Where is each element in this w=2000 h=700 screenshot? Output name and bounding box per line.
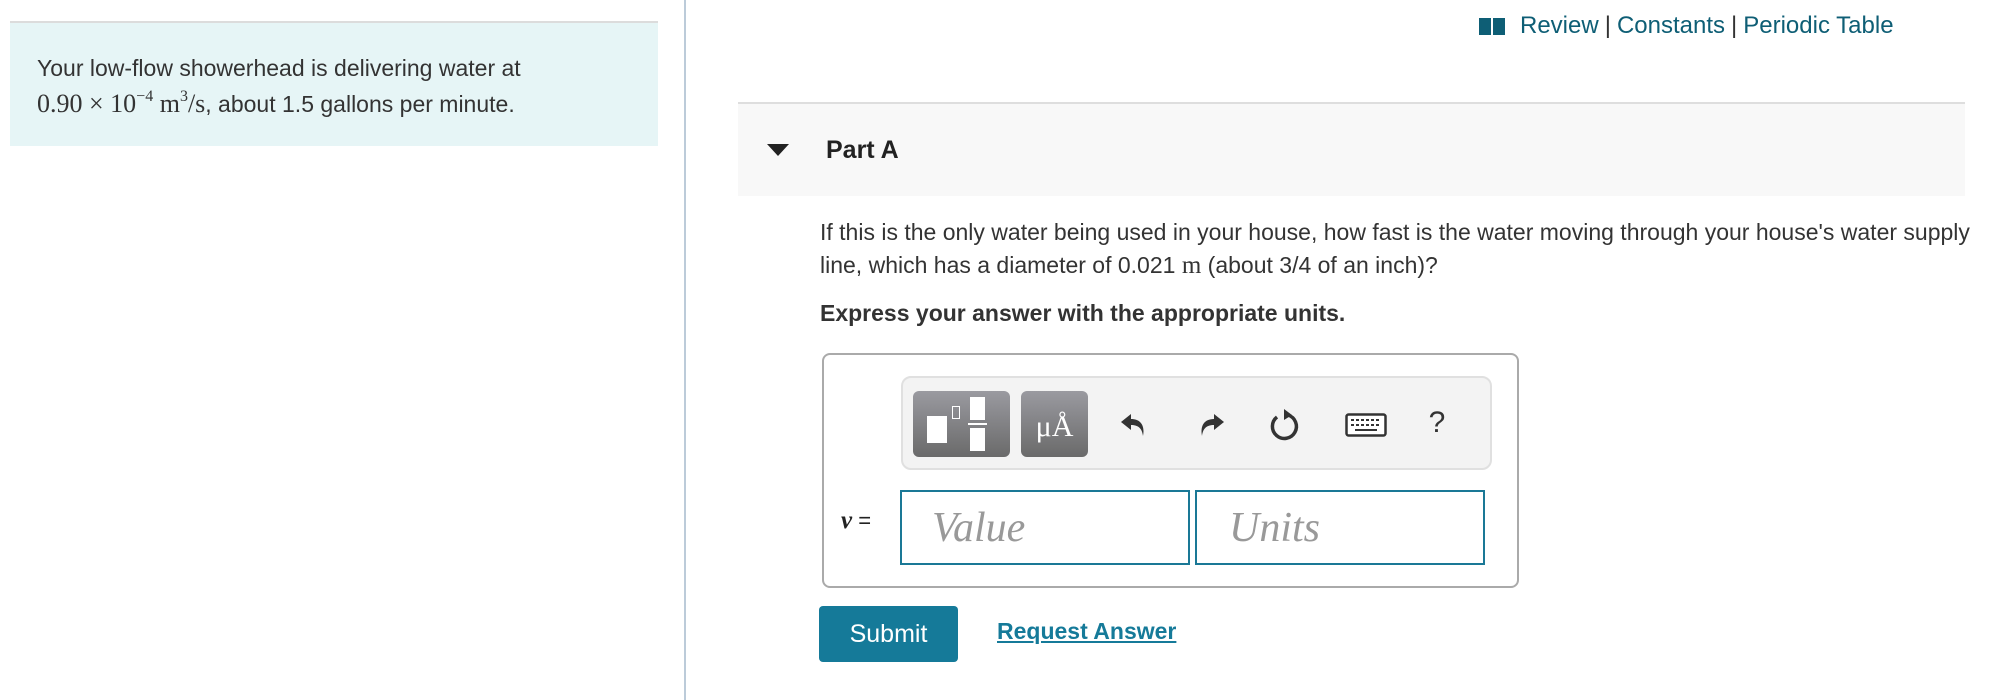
undo-icon[interactable] — [1117, 408, 1151, 442]
book-icon — [1479, 17, 1506, 35]
problem-intro-panel: Your low-flow showerhead is delivering w… — [10, 21, 658, 146]
templates-icon-denominator — [970, 428, 985, 451]
question-unit: m — [1181, 252, 1202, 279]
answer-instruction: Express your answer with the appropriate… — [820, 300, 1346, 326]
help-button[interactable]: ? — [1420, 406, 1454, 440]
answer-variable-label: v = — [841, 507, 871, 535]
part-a-header[interactable]: Part A — [738, 102, 1965, 196]
keyboard-icon[interactable] — [1344, 408, 1388, 442]
flow-unit-exponent: 3 — [179, 88, 188, 105]
question-part-2: (about 3/4 of an inch)? — [1201, 252, 1438, 278]
flow-unit-base: m — [159, 89, 180, 118]
answer-box: μÅ ? v = — [822, 353, 1519, 588]
equals-sign: = — [858, 508, 872, 533]
templates-icon-fraction-bar — [968, 423, 987, 425]
flow-value: 0.90 × 10 — [37, 89, 137, 118]
intro-line-2: 0.90 × 10−4 m3/s, about 1.5 gallons per … — [37, 86, 521, 122]
link-separator: | — [1604, 12, 1611, 39]
link-separator: | — [1731, 12, 1738, 39]
intro-line-1: Your low-flow showerhead is delivering w… — [37, 55, 521, 81]
flow-exponent: −4 — [136, 88, 154, 105]
flow-unit-suffix: /s — [187, 89, 206, 118]
templates-button[interactable] — [913, 391, 1010, 457]
redo-icon[interactable] — [1194, 408, 1228, 442]
resource-links: Review | Constants | Periodic Table — [1479, 10, 1894, 42]
request-answer-link[interactable]: Request Answer — [997, 618, 1176, 645]
units-button[interactable]: μÅ — [1021, 391, 1088, 457]
review-link[interactable]: Review — [1520, 12, 1599, 40]
reset-icon[interactable] — [1268, 408, 1302, 442]
templates-icon-numerator — [970, 397, 985, 420]
problem-intro-text: Your low-flow showerhead is delivering w… — [37, 50, 521, 122]
units-input[interactable] — [1195, 490, 1485, 565]
panel-divider — [684, 0, 686, 700]
flow-rate-math: 0.90 × 10−4 m3/s — [37, 88, 206, 119]
templates-icon-superscript — [952, 406, 960, 419]
part-title: Part A — [826, 135, 899, 164]
templates-icon — [927, 416, 947, 443]
periodic-table-link[interactable]: Periodic Table — [1743, 12, 1893, 40]
intro-suffix: , about 1.5 gallons per minute. — [205, 91, 515, 117]
constants-link[interactable]: Constants — [1617, 12, 1725, 40]
math-toolbar: μÅ ? — [901, 376, 1492, 470]
question-text: If this is the only water being used in … — [820, 216, 1970, 282]
caret-down-icon — [767, 144, 789, 156]
answer-variable: v — [841, 507, 853, 534]
value-input[interactable] — [900, 490, 1190, 565]
submit-button[interactable]: Submit — [819, 606, 958, 662]
